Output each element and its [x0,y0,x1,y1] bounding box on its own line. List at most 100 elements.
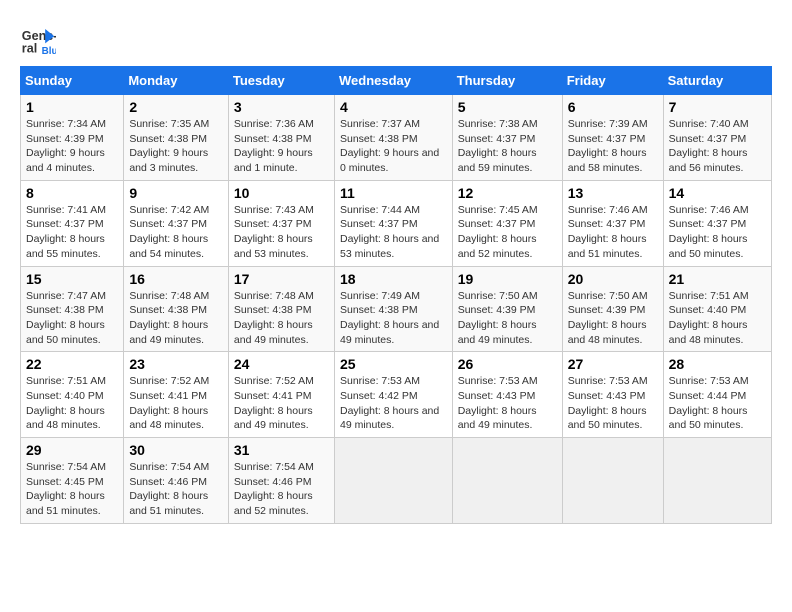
day-info: Sunrise: 7:45 AMSunset: 4:37 PMDaylight:… [458,204,538,260]
day-number: 29 [26,442,118,458]
logo: Gene- ral Blue [20,20,60,56]
day-info: Sunrise: 7:52 AMSunset: 4:41 PMDaylight:… [234,375,314,431]
day-number: 16 [129,271,223,287]
calendar-week-5: 29 Sunrise: 7:54 AMSunset: 4:45 PMDaylig… [21,438,772,524]
calendar-cell: 17 Sunrise: 7:48 AMSunset: 4:38 PMDaylig… [228,266,334,352]
day-info: Sunrise: 7:35 AMSunset: 4:38 PMDaylight:… [129,118,209,174]
day-number: 13 [568,185,658,201]
svg-text:ral: ral [22,41,37,55]
col-header-saturday: Saturday [663,67,771,95]
day-number: 12 [458,185,557,201]
calendar-cell: 21 Sunrise: 7:51 AMSunset: 4:40 PMDaylig… [663,266,771,352]
calendar-cell: 13 Sunrise: 7:46 AMSunset: 4:37 PMDaylig… [562,180,663,266]
calendar-cell: 20 Sunrise: 7:50 AMSunset: 4:39 PMDaylig… [562,266,663,352]
day-info: Sunrise: 7:53 AMSunset: 4:43 PMDaylight:… [568,375,648,431]
col-header-thursday: Thursday [452,67,562,95]
day-number: 31 [234,442,329,458]
day-info: Sunrise: 7:51 AMSunset: 4:40 PMDaylight:… [26,375,106,431]
day-number: 26 [458,356,557,372]
calendar-cell: 26 Sunrise: 7:53 AMSunset: 4:43 PMDaylig… [452,352,562,438]
day-info: Sunrise: 7:54 AMSunset: 4:46 PMDaylight:… [129,461,209,517]
calendar-cell: 1 Sunrise: 7:34 AMSunset: 4:39 PMDayligh… [21,95,124,181]
day-info: Sunrise: 7:36 AMSunset: 4:38 PMDaylight:… [234,118,314,174]
calendar-cell [334,438,452,524]
day-info: Sunrise: 7:38 AMSunset: 4:37 PMDaylight:… [458,118,538,174]
day-info: Sunrise: 7:48 AMSunset: 4:38 PMDaylight:… [129,290,209,346]
calendar-cell: 29 Sunrise: 7:54 AMSunset: 4:45 PMDaylig… [21,438,124,524]
day-number: 18 [340,271,447,287]
day-number: 4 [340,99,447,115]
calendar-week-2: 8 Sunrise: 7:41 AMSunset: 4:37 PMDayligh… [21,180,772,266]
col-header-monday: Monday [124,67,229,95]
day-info: Sunrise: 7:54 AMSunset: 4:46 PMDaylight:… [234,461,314,517]
day-number: 8 [26,185,118,201]
calendar-cell: 5 Sunrise: 7:38 AMSunset: 4:37 PMDayligh… [452,95,562,181]
day-number: 9 [129,185,223,201]
calendar-cell: 11 Sunrise: 7:44 AMSunset: 4:37 PMDaylig… [334,180,452,266]
calendar-cell: 28 Sunrise: 7:53 AMSunset: 4:44 PMDaylig… [663,352,771,438]
calendar-cell: 31 Sunrise: 7:54 AMSunset: 4:46 PMDaylig… [228,438,334,524]
day-info: Sunrise: 7:53 AMSunset: 4:42 PMDaylight:… [340,375,439,431]
day-number: 21 [669,271,766,287]
day-info: Sunrise: 7:53 AMSunset: 4:43 PMDaylight:… [458,375,538,431]
calendar-cell: 25 Sunrise: 7:53 AMSunset: 4:42 PMDaylig… [334,352,452,438]
day-info: Sunrise: 7:47 AMSunset: 4:38 PMDaylight:… [26,290,106,346]
day-number: 14 [669,185,766,201]
col-header-tuesday: Tuesday [228,67,334,95]
calendar-cell: 22 Sunrise: 7:51 AMSunset: 4:40 PMDaylig… [21,352,124,438]
day-number: 6 [568,99,658,115]
calendar-cell: 2 Sunrise: 7:35 AMSunset: 4:38 PMDayligh… [124,95,229,181]
day-info: Sunrise: 7:34 AMSunset: 4:39 PMDaylight:… [26,118,106,174]
day-number: 3 [234,99,329,115]
calendar-cell: 16 Sunrise: 7:48 AMSunset: 4:38 PMDaylig… [124,266,229,352]
calendar-table: SundayMondayTuesdayWednesdayThursdayFrid… [20,66,772,524]
day-info: Sunrise: 7:50 AMSunset: 4:39 PMDaylight:… [458,290,538,346]
day-info: Sunrise: 7:53 AMSunset: 4:44 PMDaylight:… [669,375,749,431]
day-info: Sunrise: 7:50 AMSunset: 4:39 PMDaylight:… [568,290,648,346]
calendar-week-3: 15 Sunrise: 7:47 AMSunset: 4:38 PMDaylig… [21,266,772,352]
day-number: 24 [234,356,329,372]
day-info: Sunrise: 7:49 AMSunset: 4:38 PMDaylight:… [340,290,439,346]
calendar-cell: 27 Sunrise: 7:53 AMSunset: 4:43 PMDaylig… [562,352,663,438]
calendar-week-4: 22 Sunrise: 7:51 AMSunset: 4:40 PMDaylig… [21,352,772,438]
calendar-cell: 8 Sunrise: 7:41 AMSunset: 4:37 PMDayligh… [21,180,124,266]
day-info: Sunrise: 7:52 AMSunset: 4:41 PMDaylight:… [129,375,209,431]
calendar-cell: 18 Sunrise: 7:49 AMSunset: 4:38 PMDaylig… [334,266,452,352]
day-number: 20 [568,271,658,287]
calendar-cell [562,438,663,524]
day-number: 11 [340,185,447,201]
day-info: Sunrise: 7:39 AMSunset: 4:37 PMDaylight:… [568,118,648,174]
svg-text:Blue: Blue [42,46,56,56]
day-number: 10 [234,185,329,201]
calendar-cell: 24 Sunrise: 7:52 AMSunset: 4:41 PMDaylig… [228,352,334,438]
day-number: 5 [458,99,557,115]
calendar-week-1: 1 Sunrise: 7:34 AMSunset: 4:39 PMDayligh… [21,95,772,181]
col-header-wednesday: Wednesday [334,67,452,95]
day-number: 17 [234,271,329,287]
day-number: 7 [669,99,766,115]
day-number: 23 [129,356,223,372]
day-info: Sunrise: 7:43 AMSunset: 4:37 PMDaylight:… [234,204,314,260]
calendar-cell: 19 Sunrise: 7:50 AMSunset: 4:39 PMDaylig… [452,266,562,352]
calendar-cell [663,438,771,524]
calendar-cell: 3 Sunrise: 7:36 AMSunset: 4:38 PMDayligh… [228,95,334,181]
day-info: Sunrise: 7:37 AMSunset: 4:38 PMDaylight:… [340,118,439,174]
day-info: Sunrise: 7:54 AMSunset: 4:45 PMDaylight:… [26,461,106,517]
calendar-cell: 6 Sunrise: 7:39 AMSunset: 4:37 PMDayligh… [562,95,663,181]
day-number: 27 [568,356,658,372]
day-info: Sunrise: 7:46 AMSunset: 4:37 PMDaylight:… [568,204,648,260]
day-info: Sunrise: 7:42 AMSunset: 4:37 PMDaylight:… [129,204,209,260]
calendar-cell: 30 Sunrise: 7:54 AMSunset: 4:46 PMDaylig… [124,438,229,524]
day-number: 2 [129,99,223,115]
day-number: 22 [26,356,118,372]
calendar-cell: 15 Sunrise: 7:47 AMSunset: 4:38 PMDaylig… [21,266,124,352]
page-header: Gene- ral Blue [20,20,772,56]
day-info: Sunrise: 7:41 AMSunset: 4:37 PMDaylight:… [26,204,106,260]
calendar-cell: 14 Sunrise: 7:46 AMSunset: 4:37 PMDaylig… [663,180,771,266]
day-number: 1 [26,99,118,115]
day-info: Sunrise: 7:44 AMSunset: 4:37 PMDaylight:… [340,204,439,260]
calendar-cell: 10 Sunrise: 7:43 AMSunset: 4:37 PMDaylig… [228,180,334,266]
day-info: Sunrise: 7:46 AMSunset: 4:37 PMDaylight:… [669,204,749,260]
col-header-friday: Friday [562,67,663,95]
day-number: 25 [340,356,447,372]
